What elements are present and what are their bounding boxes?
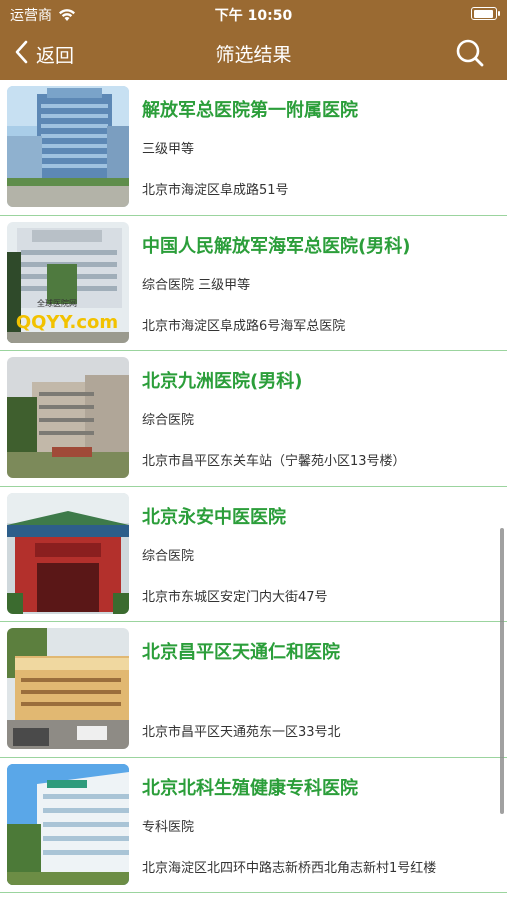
search-button[interactable]	[455, 38, 485, 68]
search-icon	[455, 39, 485, 72]
hospital-address: 北京市昌平区东关车站（宁馨苑小区13号楼）	[142, 454, 406, 469]
hospital-photo	[7, 86, 129, 207]
hospital-level: 综合医院	[142, 548, 195, 564]
hospital-address: 北京市海淀区阜成路51号	[142, 183, 289, 198]
list-item[interactable]: 北京九洲医院(男科) 综合医院 北京市昌平区东关车站（宁馨苑小区13号楼）	[0, 351, 507, 487]
hospital-level: 综合医院 三级甲等	[142, 277, 251, 293]
hospital-photo: 全球医院网 QQYY.com	[7, 221, 129, 343]
watermark-logo: QQYY.com	[16, 312, 118, 333]
battery-fill	[473, 9, 493, 18]
hospital-photo	[7, 492, 129, 614]
hospital-photo	[7, 628, 129, 749]
battery-icon	[471, 7, 500, 20]
list-item[interactable]: 北京昌平区天通仁和医院 北京市昌平区天通苑东一区33号北	[0, 622, 507, 758]
hospital-name: 北京北科生殖健康专科医院	[142, 777, 358, 799]
hospital-name: 解放军总医院第一附属医院	[142, 100, 358, 121]
hospital-level: 三级甲等	[142, 142, 195, 157]
hospital-name: 北京昌平区天通仁和医院	[142, 642, 340, 663]
hospital-address: 北京市昌平区天通苑东一区33号北	[142, 725, 341, 740]
hospital-photo	[7, 763, 129, 885]
status-bar: 运营商 下午 10:50	[0, 0, 507, 28]
list-item[interactable]: 解放军总医院第一附属医院 三级甲等 北京市海淀区阜成路51号	[0, 80, 507, 216]
hospital-list: 解放军总医院第一附属医院 三级甲等 北京市海淀区阜成路51号 全球医院网 QQY…	[0, 80, 507, 893]
header: 运营商 下午 10:50 返回 筛选结果	[0, 0, 507, 80]
hospital-address: 北京市海淀区阜成路6号海军总医院	[142, 318, 346, 334]
hospital-name: 北京永安中医医院	[142, 506, 286, 528]
hospital-level: 综合医院	[142, 413, 195, 428]
list-item[interactable]: 全球医院网 QQYY.com 中国人民解放军海军总医院(男科) 综合医院 三级甲…	[0, 216, 507, 351]
hospital-name: 中国人民解放军海军总医院(男科)	[142, 235, 411, 257]
hospital-level: 专科医院	[142, 819, 195, 835]
status-time: 下午 10:50	[214, 8, 293, 24]
hospital-address: 北京市东城区安定门内大街47号	[142, 589, 328, 605]
page-title: 筛选结果	[215, 44, 292, 66]
hospital-address: 北京海淀区北四环中路志新桥西北角志新村1号红楼	[142, 860, 437, 876]
nav-bar: 返回 筛选结果	[0, 32, 507, 76]
hospital-name: 北京九洲医院(男科)	[142, 371, 303, 392]
list-item[interactable]: 北京永安中医医院 综合医院 北京市东城区安定门内大街47号	[0, 487, 507, 622]
scrollbar[interactable]	[500, 528, 504, 814]
hospital-photo	[7, 357, 129, 478]
watermark-text: 全球医院网	[37, 298, 77, 308]
list-item[interactable]: 北京北科生殖健康专科医院 专科医院 北京海淀区北四环中路志新桥西北角志新村1号红…	[0, 758, 507, 893]
